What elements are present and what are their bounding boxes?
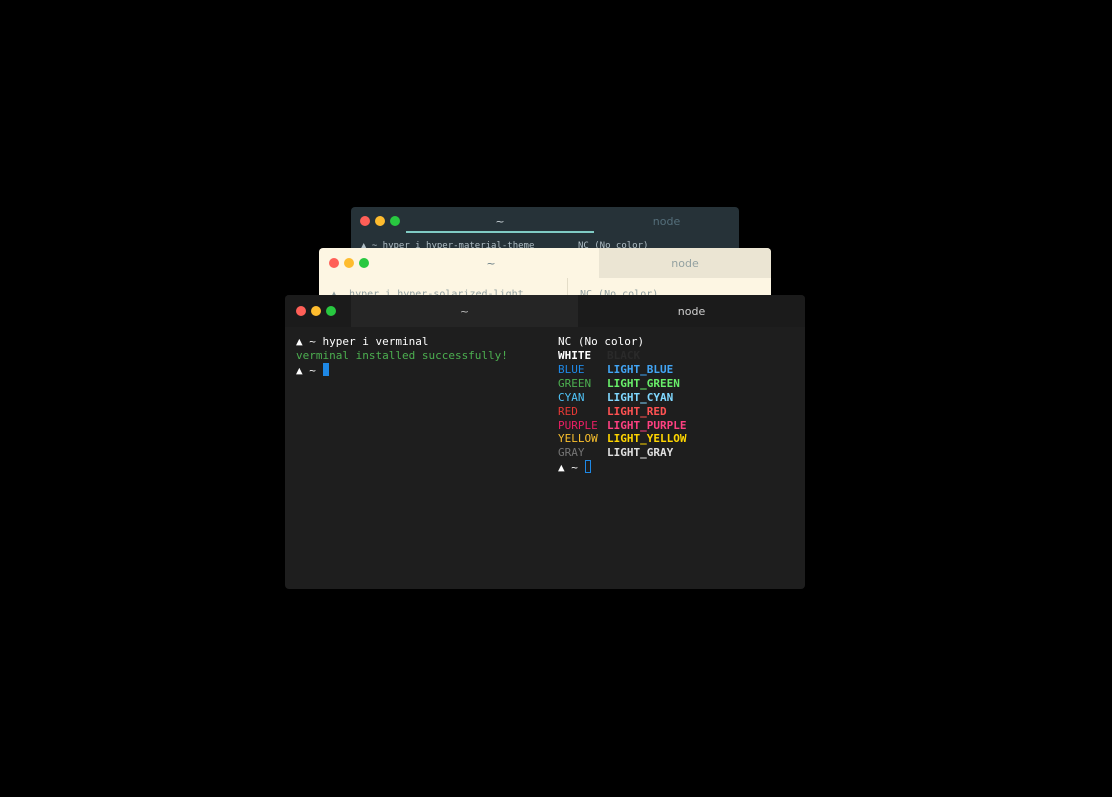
color-name-light-cyan: LIGHT_CYAN xyxy=(607,390,674,404)
maximize-icon[interactable] xyxy=(390,216,400,226)
solarized-traffic-lights xyxy=(329,248,369,278)
verminal-tab-home[interactable]: ~ xyxy=(351,295,578,327)
color-name-yellow: YELLOW xyxy=(558,432,598,446)
color-name-black: BLACK xyxy=(607,349,641,362)
command-line: ▲ ~ hyper i verminal xyxy=(296,335,429,348)
color-name-purple: PURPLE xyxy=(558,418,598,432)
close-icon[interactable] xyxy=(296,306,306,316)
prompt-text: ▲ ~ xyxy=(558,461,585,475)
maximize-icon[interactable] xyxy=(359,258,369,268)
solarized-tab-home-label: ~ xyxy=(486,256,496,270)
verminal-traffic-lights xyxy=(296,295,336,327)
verminal-tab-node[interactable]: node xyxy=(578,295,805,327)
color-name-green: GREEN xyxy=(558,376,592,390)
verminal-window: ~ node ▲ ~ hyper i verminal verminal ins… xyxy=(285,295,805,589)
nc-header: NC (No color) xyxy=(558,335,645,348)
material-tab-node-label: node xyxy=(652,214,681,228)
solarized-tab-home[interactable]: ~ xyxy=(383,248,599,278)
maximize-icon[interactable] xyxy=(326,306,336,316)
material-tab-home[interactable]: ~ xyxy=(406,207,594,235)
solarized-tab-node[interactable]: node xyxy=(599,248,771,278)
minimize-icon[interactable] xyxy=(375,216,385,226)
color-name-light-purple: LIGHT_PURPLE xyxy=(607,418,687,432)
color-name-red: RED xyxy=(558,404,578,418)
material-traffic-lights xyxy=(360,207,400,235)
minimize-icon[interactable] xyxy=(344,258,354,268)
cursor-icon xyxy=(322,363,329,376)
material-tab-node[interactable]: node xyxy=(594,207,739,235)
close-icon[interactable] xyxy=(329,258,339,268)
minimize-icon[interactable] xyxy=(311,306,321,316)
cursor-icon xyxy=(584,460,591,474)
color-name-light-gray: LIGHT_GRAY xyxy=(607,446,674,460)
close-icon[interactable] xyxy=(360,216,370,226)
color-name-gray: GRAY xyxy=(558,446,585,460)
solarized-titlebar: ~ node xyxy=(319,248,771,278)
solarized-tab-node-label: node xyxy=(671,256,699,270)
color-name-light-blue: LIGHT_BLUE xyxy=(607,362,674,376)
color-name-light-yellow: LIGHT_YELLOW xyxy=(607,432,687,446)
active-tab-indicator xyxy=(406,231,594,233)
color-name-white: WHITE xyxy=(558,349,592,362)
material-titlebar: ~ node xyxy=(351,207,739,235)
material-tab-home-label: ~ xyxy=(495,214,505,228)
color-name-light-green: LIGHT_GREEN xyxy=(607,376,680,390)
right-prompt-line: ▲ ~ xyxy=(558,460,591,475)
color-name-blue: BLUE xyxy=(558,362,585,376)
left-prompt-line: ▲ ~ xyxy=(296,363,329,378)
color-name-light-red: LIGHT_RED xyxy=(607,404,667,418)
verminal-tab-home-label: ~ xyxy=(459,304,470,318)
success-message: verminal installed successfully! xyxy=(296,349,508,362)
verminal-tab-node-label: node xyxy=(677,304,706,318)
color-name-cyan: CYAN xyxy=(558,390,585,404)
prompt-text: ▲ ~ xyxy=(296,364,323,377)
